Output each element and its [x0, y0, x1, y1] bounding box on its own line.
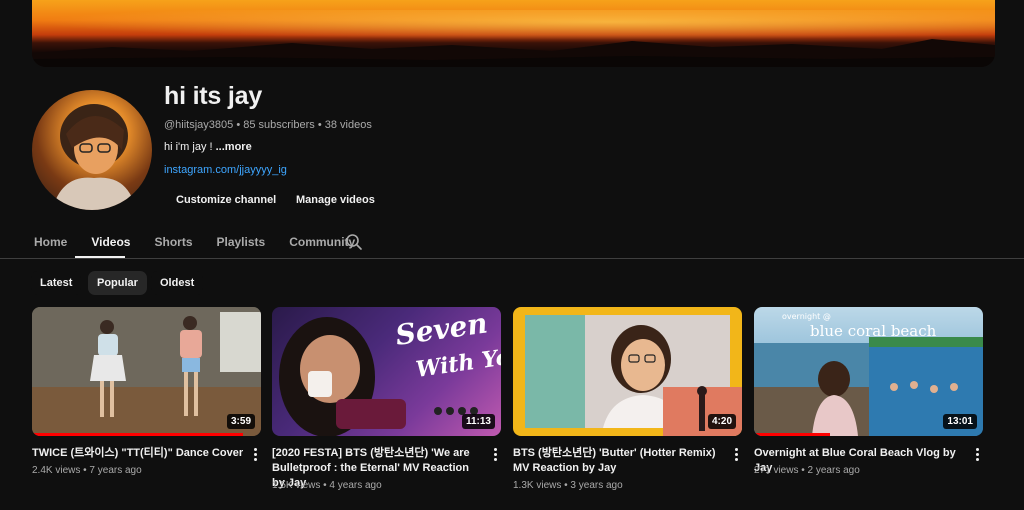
video-stats: 1.5K views • 4 years ago — [272, 480, 382, 491]
channel-description: hi i'm jay ! ...more — [164, 141, 252, 153]
more-options-icon[interactable] — [249, 446, 261, 462]
channel-name: hi its jay — [164, 82, 263, 110]
banner-silhouette — [32, 39, 995, 67]
meta-separator: • — [314, 119, 325, 131]
video-duration: 4:20 — [707, 414, 736, 429]
tab-videos[interactable]: Videos — [79, 226, 142, 258]
tab-playlists[interactable]: Playlists — [205, 226, 278, 258]
channel-tabs: Home Videos Shorts Playlists Community — [22, 226, 367, 258]
channel-meta: @hiitsjay3805 • 85 subscribers • 38 vide… — [164, 119, 372, 131]
subscriber-count: 85 subscribers — [243, 119, 315, 131]
view-count: 1.5K views — [272, 480, 321, 491]
more-options-icon[interactable] — [971, 446, 983, 462]
watch-progress-bar — [754, 433, 830, 436]
upload-age: 2 years ago — [807, 465, 860, 476]
video-title[interactable]: TWICE (트와이스) "TT(티티)" Dance Cover — [32, 446, 244, 461]
view-count: 2.4K views — [32, 465, 81, 476]
search-icon[interactable] — [345, 233, 363, 251]
watch-progress-bar — [32, 433, 243, 436]
video-count: 38 videos — [324, 119, 372, 131]
svg-text:With You: With You — [414, 342, 501, 383]
customize-channel-button[interactable]: Customize channel — [164, 188, 288, 212]
tab-shorts[interactable]: Shorts — [142, 226, 204, 258]
video-thumbnail[interactable]: overnight @ blue coral beach 13:01 — [754, 307, 983, 436]
video-duration: 13:01 — [943, 414, 977, 429]
video-stats: 271 views • 2 years ago — [754, 465, 860, 476]
video-stats: 2.4K views • 7 years ago — [32, 465, 142, 476]
svg-text:Seven: Seven — [393, 307, 489, 352]
video-thumbnail[interactable]: Seven With You 11:13 — [272, 307, 501, 436]
video-card: 4:20 BTS (방탄소년단) 'Butter' (Hotter Remix)… — [513, 307, 742, 491]
stats-separator: • — [798, 465, 808, 476]
channel-banner — [32, 0, 995, 67]
description-text: hi i'm jay ! — [164, 141, 216, 153]
upload-age: 4 years ago — [329, 480, 382, 491]
more-options-icon[interactable] — [489, 446, 501, 462]
avatar-portrait — [52, 104, 136, 210]
filter-chip-popular[interactable]: Popular — [88, 271, 147, 295]
video-card: overnight @ blue coral beach 13:01 Overn… — [754, 307, 983, 476]
channel-avatar[interactable] — [32, 90, 152, 210]
channel-external-link[interactable]: instagram.com/jjayyyy_ig — [164, 164, 287, 176]
tab-home[interactable]: Home — [22, 226, 79, 258]
manage-videos-button[interactable]: Manage videos — [284, 188, 387, 212]
more-options-icon[interactable] — [730, 446, 742, 462]
video-duration: 11:13 — [461, 414, 495, 429]
description-more-link[interactable]: ...more — [216, 141, 252, 153]
video-card: 3:59 TWICE (트와이스) "TT(티티)" Dance Cover 2… — [32, 307, 261, 476]
channel-handle: @hiitsjay3805 — [164, 119, 234, 131]
filter-chip-latest[interactable]: Latest — [31, 271, 82, 295]
meta-separator: • — [233, 119, 244, 131]
view-count: 1.3K views — [513, 480, 562, 491]
video-thumbnail[interactable]: 3:59 — [32, 307, 261, 436]
tabs-divider — [0, 258, 1024, 259]
video-duration: 3:59 — [226, 414, 255, 429]
video-stats: 1.3K views • 3 years ago — [513, 480, 623, 491]
upload-age: 3 years ago — [570, 480, 623, 491]
video-thumbnail[interactable]: 4:20 — [513, 307, 742, 436]
upload-age: 7 years ago — [89, 465, 142, 476]
filter-chip-oldest[interactable]: Oldest — [151, 271, 204, 295]
svg-text:blue coral beach: blue coral beach — [810, 322, 937, 340]
video-card: Seven With You 11:13 [2020 FESTA] BTS (방… — [272, 307, 501, 491]
svg-text:overnight @: overnight @ — [782, 312, 831, 321]
video-title[interactable]: BTS (방탄소년단) 'Butter' (Hotter Remix) MV R… — [513, 446, 725, 476]
view-count: 271 views — [754, 465, 799, 476]
